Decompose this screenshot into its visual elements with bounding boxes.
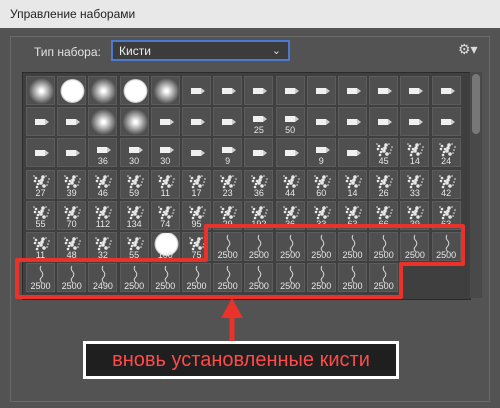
annotation-box: вновь установленные кисти xyxy=(83,341,399,379)
annotation-text: вновь установленные кисти xyxy=(86,344,396,376)
arrow-up-icon xyxy=(221,298,243,318)
